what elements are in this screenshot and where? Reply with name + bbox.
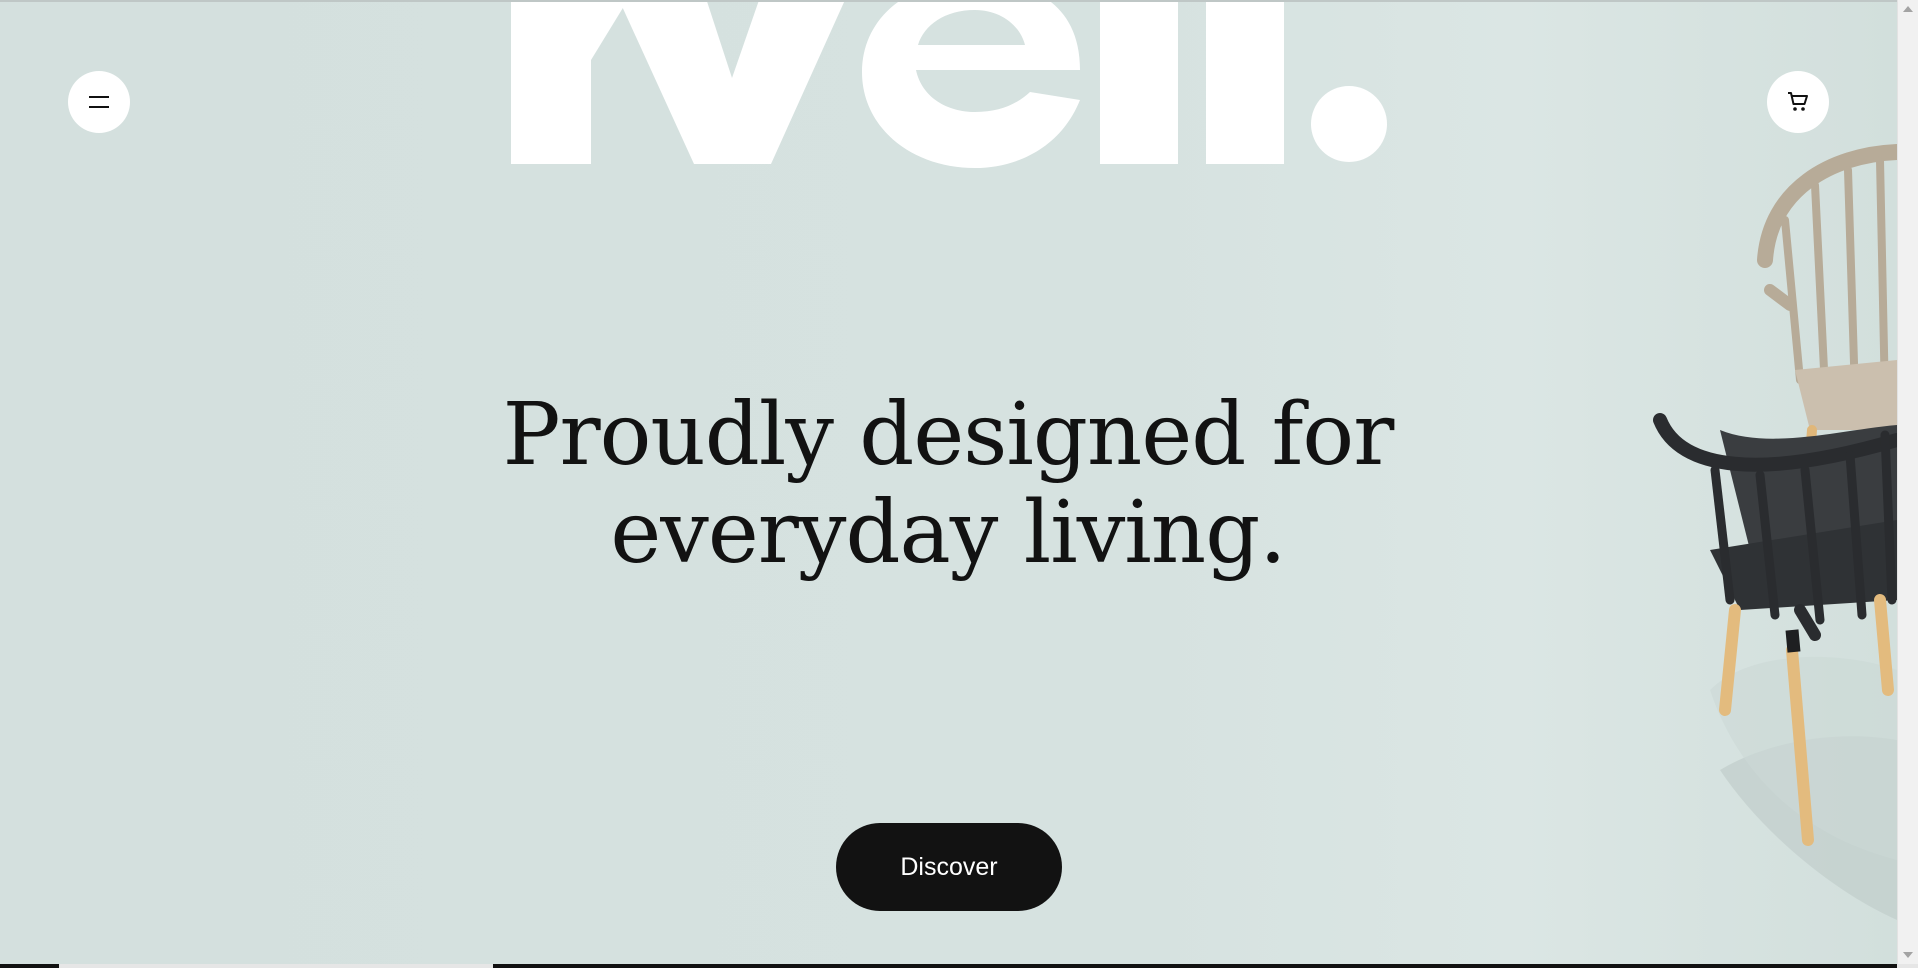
scroll-up-arrow-icon[interactable] (1903, 6, 1913, 12)
top-divider (0, 0, 1918, 2)
hamburger-icon (89, 96, 109, 108)
bottom-segment (0, 964, 59, 968)
menu-button[interactable] (68, 71, 130, 133)
vertical-scrollbar[interactable] (1897, 0, 1918, 964)
bottom-segment (493, 964, 1897, 968)
headline-line-2: everyday living. (610, 483, 1286, 583)
hero-headline: Proudly designed for everyday living. (420, 386, 1476, 582)
scroll-down-arrow-icon[interactable] (1903, 952, 1913, 958)
headline-line-1: Proudly designed for (502, 385, 1395, 485)
cart-button[interactable] (1767, 71, 1829, 133)
cart-icon (1788, 92, 1808, 111)
bottom-progress-bar (0, 964, 1918, 968)
chair-product-image (1580, 130, 1897, 964)
chairs-illustration (1653, 144, 1897, 920)
hero-section: Proudly designed for everyday living. Di… (0, 0, 1897, 964)
discover-button[interactable]: Discover (836, 823, 1062, 911)
